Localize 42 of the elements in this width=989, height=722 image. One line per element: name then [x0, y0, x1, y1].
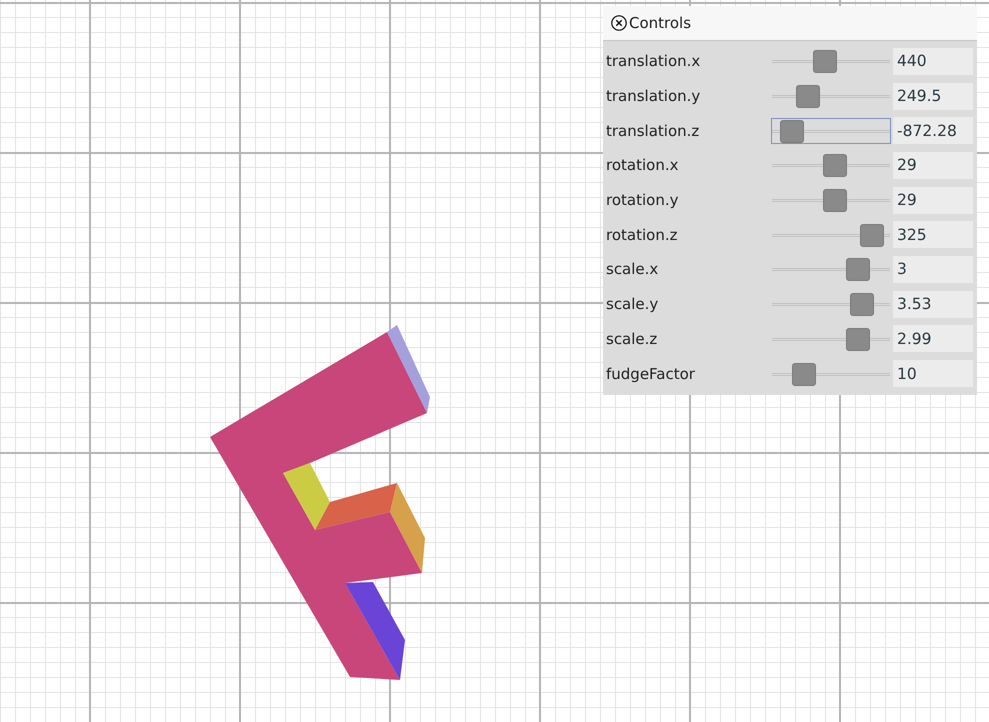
control-label: rotation.y [605, 191, 680, 210]
slider-thumb[interactable] [780, 120, 804, 143]
slider[interactable] [771, 152, 891, 178]
slider[interactable] [771, 118, 891, 144]
slider[interactable] [771, 222, 891, 248]
slider[interactable] [771, 326, 891, 352]
slider-thumb[interactable] [846, 328, 870, 351]
value-field[interactable]: 249.5 [893, 82, 973, 110]
control-label: rotation.z [605, 226, 678, 244]
slider-thumb[interactable] [822, 189, 847, 212]
slider-thumb[interactable] [850, 293, 874, 316]
control-label: scale.x [605, 260, 660, 278]
slider-thumb[interactable] [796, 85, 820, 108]
control-label: fudgeFactor [605, 364, 696, 383]
slider-thumb[interactable] [822, 154, 847, 178]
slider[interactable] [771, 256, 891, 282]
slider-thumb[interactable] [792, 362, 816, 386]
value-field[interactable]: 29 [893, 186, 973, 214]
slider[interactable] [771, 83, 891, 110]
slider[interactable] [771, 48, 891, 74]
control-label: scale.y [605, 295, 660, 314]
control-label: translation.x [605, 52, 702, 70]
slider[interactable] [771, 360, 891, 387]
value-field[interactable]: 29 [893, 152, 973, 179]
close-icon[interactable] [611, 15, 627, 31]
slider-thumb[interactable] [846, 258, 870, 282]
control-label: translation.z [605, 122, 700, 140]
slider[interactable] [771, 291, 891, 318]
control-label: scale.z [605, 330, 658, 348]
value-field[interactable]: 440 [893, 48, 973, 75]
slider[interactable] [771, 187, 891, 214]
value-field[interactable]: 2.99 [893, 325, 973, 352]
slider-thumb[interactable] [860, 224, 884, 247]
value-field[interactable]: 325 [893, 221, 973, 248]
value-field[interactable]: 3 [893, 256, 973, 283]
panel-title: Controls [629, 14, 692, 32]
control-label: rotation.x [605, 156, 680, 174]
value-field[interactable]: 3.53 [893, 290, 973, 318]
value-field[interactable]: 10 [893, 360, 973, 388]
slider-thumb[interactable] [813, 50, 838, 74]
value-field[interactable]: -872.28 [893, 117, 973, 144]
control-label: translation.y [605, 87, 702, 106]
